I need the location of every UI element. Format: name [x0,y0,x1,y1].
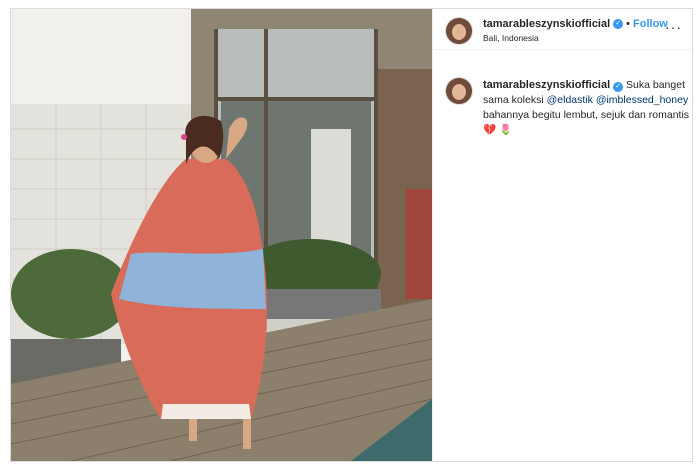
instagram-post: tamarableszynskiofficial ✓ • Follow Bali… [10,8,693,462]
location-link[interactable]: Bali, Indonesia [483,33,539,43]
post-photo[interactable] [11,9,432,461]
avatar[interactable] [445,17,473,45]
caption-avatar[interactable] [445,77,473,105]
tulip-emoji-icon: 🌷 [499,124,513,136]
more-options-icon[interactable]: ··· [665,19,682,35]
follow-button[interactable]: Follow [633,18,668,30]
mention-link[interactable]: @eldastik [547,94,593,106]
header-username[interactable]: tamarableszynskiofficial [483,18,610,30]
mention-link[interactable]: @imblessed_honey [596,94,688,106]
verified-badge-icon: ✓ [613,82,624,92]
broken-heart-emoji-icon: 💔 [483,124,497,136]
verified-badge-icon: ✓ [613,19,624,29]
post-caption: tamarableszynskiofficial ✓ Suka banget s… [445,77,689,136]
caption-text: tamarableszynskiofficial ✓ Suka banget s… [483,78,691,138]
caption-text-end: bahannya begitu lembut, sejuk dan romant… [483,109,690,121]
caption-username[interactable]: tamarableszynskiofficial [483,79,610,91]
post-sidebar: tamarableszynskiofficial ✓ • Follow Bali… [432,9,692,461]
header-user-row: tamarableszynskiofficial ✓ • Follow [483,18,668,30]
post-header: tamarableszynskiofficial ✓ • Follow Bali… [433,9,692,50]
separator-dot: • [626,18,631,30]
